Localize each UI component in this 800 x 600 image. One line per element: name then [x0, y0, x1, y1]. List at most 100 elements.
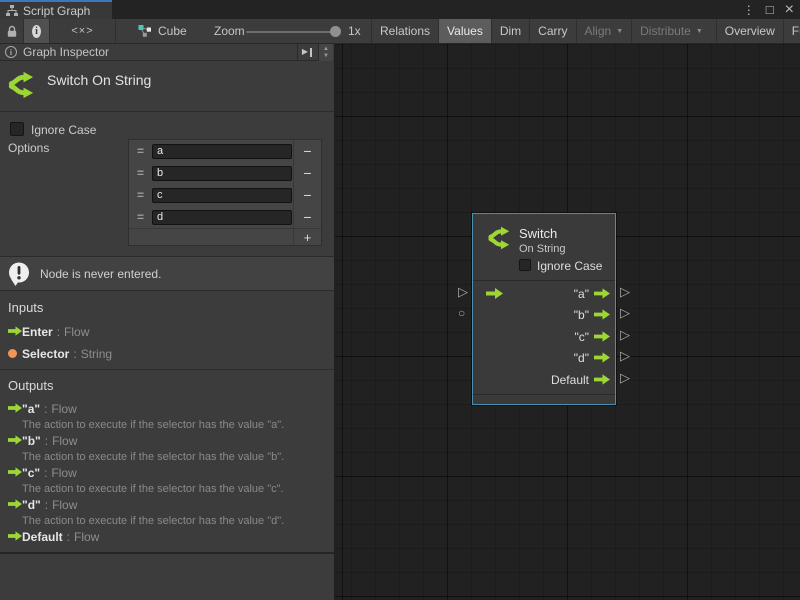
- node-body: "a" "b" "c" "d" Default: [473, 281, 615, 394]
- graph-inspector-panel: i Graph Inspector ▶ ▲ ▼ Switch On String…: [0, 44, 335, 600]
- option-row: = −: [129, 206, 321, 228]
- port-description: The action to execute if the selector ha…: [22, 515, 284, 527]
- input-port-row: Selector : String: [0, 347, 334, 361]
- graph-owner-button[interactable]: Cube: [115, 19, 200, 43]
- carry-button[interactable]: Carry: [529, 19, 575, 43]
- unit-title: Switch On String: [47, 72, 151, 88]
- inputs-heading: Inputs: [8, 300, 43, 315]
- port-description: The action to execute if the selector ha…: [22, 419, 284, 431]
- drag-handle-icon[interactable]: =: [129, 166, 152, 180]
- inspector-titlebar: i Graph Inspector ▶ ▲ ▼: [0, 44, 334, 61]
- options-label: Options: [8, 141, 49, 155]
- switch-unit-icon: [486, 226, 510, 253]
- unit-settings: Ignore Case Options = − = − = −: [0, 112, 334, 256]
- drag-handle-icon[interactable]: =: [129, 210, 152, 224]
- distribute-button[interactable]: Distribute ▼: [631, 19, 711, 43]
- zoom-value: 1x: [348, 19, 361, 43]
- option-row: = −: [129, 184, 321, 206]
- outputs-heading: Outputs: [8, 378, 54, 393]
- close-icon[interactable]: ×: [785, 2, 794, 18]
- remove-option-button[interactable]: −: [293, 184, 321, 206]
- output-port[interactable]: Default: [551, 373, 610, 386]
- option-input-0[interactable]: [152, 144, 292, 159]
- flow-arrow-icon: [594, 309, 610, 320]
- relations-button[interactable]: Relations: [371, 19, 438, 43]
- full-screen-button[interactable]: Full Screen: [783, 19, 800, 43]
- graph-toolbar: i <×> Cube Zoom 1x Relations Values Dim …: [0, 19, 800, 44]
- output-connect-triangle-icon[interactable]: ▷: [620, 306, 630, 319]
- flow-arrow-icon: [594, 352, 610, 363]
- output-port-row: Default:Flow: [0, 530, 334, 544]
- output-connect-triangle-icon[interactable]: ▷: [620, 349, 630, 362]
- spin-down-icon[interactable]: ▼: [323, 53, 329, 60]
- dock-icon: ▶: [302, 48, 308, 56]
- option-input-2[interactable]: [152, 188, 292, 203]
- drag-handle-icon[interactable]: =: [129, 144, 152, 158]
- input-connect-triangle-icon[interactable]: ▷: [458, 285, 468, 298]
- options-list-footer: +: [129, 228, 321, 245]
- output-port[interactable]: "d": [574, 351, 610, 364]
- port-description: The action to execute if the selector ha…: [22, 483, 284, 495]
- overview-button[interactable]: Overview: [716, 19, 783, 43]
- lock-button[interactable]: [0, 19, 23, 43]
- output-connect-triangle-icon[interactable]: ▷: [620, 371, 630, 384]
- dropdown-caret-icon: ▼: [616, 28, 623, 35]
- code-icon: <×>: [71, 25, 93, 37]
- flow-arrow-icon: [0, 530, 22, 541]
- node-footer: [473, 394, 615, 404]
- lock-icon: [6, 25, 18, 38]
- align-button[interactable]: Align ▼: [576, 19, 632, 43]
- values-button[interactable]: Values: [438, 19, 491, 43]
- spin-up-icon[interactable]: ▲: [323, 46, 329, 53]
- output-port[interactable]: "a": [574, 287, 610, 300]
- remove-option-button[interactable]: −: [293, 206, 321, 228]
- graph-canvas[interactable]: ▷ ○ ▷ ▷ ▷ ▷ ▷ Switch On String Ignore Ca…: [335, 44, 800, 600]
- output-port[interactable]: "b": [574, 308, 610, 321]
- output-port-row: "d":Flow The action to execute if the se…: [0, 498, 334, 527]
- zoom-slider-handle[interactable]: [330, 26, 341, 37]
- option-input-1[interactable]: [152, 166, 292, 181]
- string-port-icon: [0, 347, 22, 358]
- switch-on-string-node[interactable]: Switch On String Ignore Case "a" "b": [472, 213, 616, 405]
- node-header: Switch On String Ignore Case: [473, 214, 615, 281]
- dock-icon-bar: [310, 48, 312, 57]
- zoom-slider-track[interactable]: [246, 31, 338, 33]
- remove-option-button[interactable]: −: [293, 162, 321, 184]
- remove-option-button[interactable]: −: [293, 140, 321, 162]
- flow-arrow-icon: [0, 325, 22, 336]
- add-option-button[interactable]: +: [293, 229, 321, 245]
- dock-sidebar-button[interactable]: ▶: [297, 44, 316, 60]
- flow-arrow-icon: [594, 374, 610, 385]
- dropdown-caret-icon: ▼: [696, 28, 703, 35]
- zoom-label: Zoom: [214, 19, 245, 43]
- maximize-icon[interactable]: □: [766, 3, 774, 16]
- inspector-toggle-button[interactable]: i: [23, 19, 49, 43]
- tab-label: Script Graph: [23, 4, 90, 18]
- tab-bar: Script Graph ⋮ □ ×: [0, 0, 800, 19]
- ignore-case-checkbox[interactable]: [10, 122, 24, 136]
- info-icon: i: [5, 46, 17, 58]
- option-input-3[interactable]: [152, 210, 292, 225]
- flow-arrow-icon: [0, 498, 22, 509]
- panel-scroll-spinner[interactable]: ▲ ▼: [318, 44, 333, 61]
- output-connect-triangle-icon[interactable]: ▷: [620, 328, 630, 341]
- dim-button[interactable]: Dim: [491, 19, 529, 43]
- unit-header: Switch On String: [0, 61, 334, 112]
- inspector-title: Graph Inspector: [23, 45, 109, 59]
- warning-box: Node is never entered.: [0, 256, 334, 291]
- enter-port-icon[interactable]: [486, 288, 503, 302]
- output-connect-triangle-icon[interactable]: ▷: [620, 285, 630, 298]
- more-options-icon[interactable]: ⋮: [743, 4, 755, 16]
- edit-source-button[interactable]: <×>: [49, 19, 115, 43]
- tab-script-graph[interactable]: Script Graph: [0, 0, 112, 19]
- drag-handle-icon[interactable]: =: [129, 188, 152, 202]
- switch-unit-icon: [6, 71, 34, 102]
- output-port[interactable]: "c": [574, 330, 610, 343]
- port-description: The action to execute if the selector ha…: [22, 451, 284, 463]
- cube-graph-icon: [138, 24, 152, 38]
- output-port-row: "c":Flow The action to execute if the se…: [0, 466, 334, 495]
- info-icon: i: [32, 25, 41, 38]
- input-connect-circle-icon[interactable]: ○: [458, 307, 465, 319]
- ignore-case-checkbox[interactable]: [519, 259, 531, 271]
- outputs-section: Outputs "a":Flow The action to execute i…: [0, 370, 334, 554]
